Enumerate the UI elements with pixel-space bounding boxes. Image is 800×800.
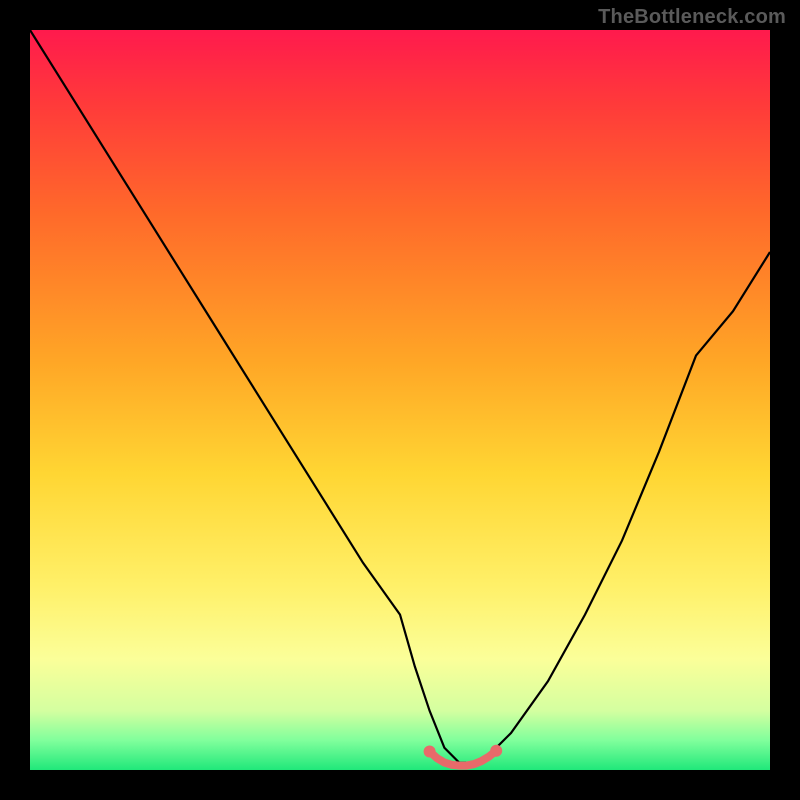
bottleneck-floor-endcap: [424, 746, 436, 758]
bottleneck-floor-group: [424, 745, 503, 766]
bottleneck-floor-endcap: [490, 745, 502, 757]
watermark-text: TheBottleneck.com: [598, 6, 786, 29]
chart-svg: [30, 30, 770, 770]
chart-plot-area: [30, 30, 770, 770]
bottleneck-floor-path: [430, 751, 497, 766]
bottleneck-curve-path: [30, 30, 770, 763]
chart-frame: TheBottleneck.com: [0, 0, 800, 800]
